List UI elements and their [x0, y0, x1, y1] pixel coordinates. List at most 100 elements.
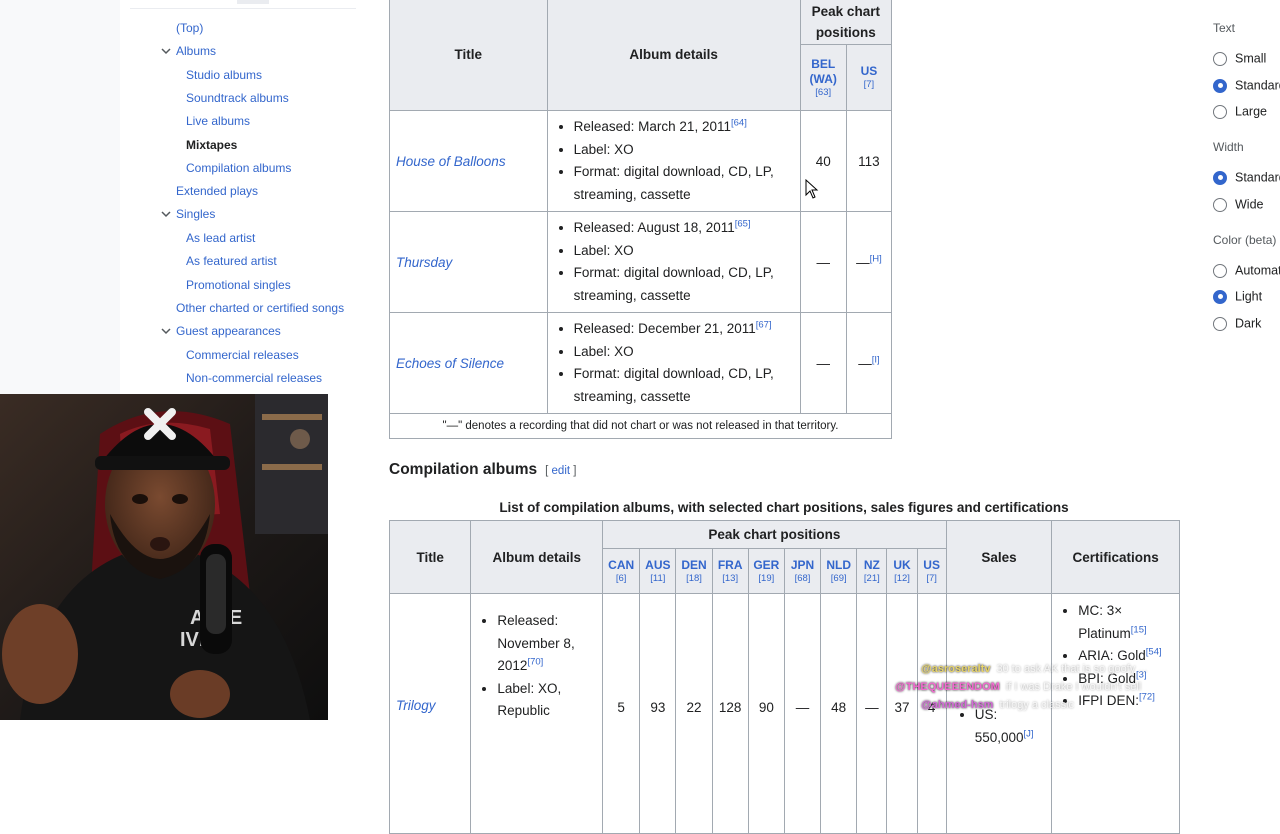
color-dark-option[interactable]: Dark	[1213, 316, 1261, 334]
compilation-albums-table: Title Album details Peak chart positions…	[388, 520, 1180, 834]
album-details: Released:November 8,2012[70] Label: XO,R…	[470, 593, 604, 834]
column-header-peak-chart-positions: Peak chart positions	[602, 520, 947, 549]
citation-link[interactable]: [72]	[1139, 692, 1155, 703]
citation-link[interactable]: [64]	[731, 118, 747, 129]
radio-button[interactable]	[1213, 104, 1227, 119]
chat-message: @THEQUEEENDOM if I was Drake I wouldn't s…	[895, 681, 1141, 693]
chart-position: —[I]	[845, 312, 893, 414]
citation-link[interactable]: [54]	[1146, 647, 1162, 658]
chart-header-can[interactable]: CAN [6]	[602, 548, 641, 594]
chart-header-uk[interactable]: UK [12]	[886, 548, 918, 594]
citation-link[interactable]: [15]	[1131, 624, 1147, 635]
chart-header-us[interactable]: US [7]	[845, 44, 893, 111]
text-size-small-option[interactable]: Small	[1213, 51, 1266, 69]
album-title-link[interactable]: Trilogy	[388, 593, 472, 834]
footnote-link[interactable]: [I]	[872, 354, 880, 365]
toc-item-mixtapes[interactable]: Mixtapes	[186, 137, 237, 153]
toc-item-top[interactable]: (Top)	[176, 20, 203, 36]
width-heading: Width	[1213, 140, 1244, 154]
toc-item-as-featured-artist[interactable]: As featured artist	[186, 253, 277, 269]
toc-item-non-commercial-releases[interactable]: Non-commercial releases	[186, 370, 322, 386]
toc-item-singles[interactable]: Singles	[176, 206, 215, 222]
toc-item-other-charted-songs[interactable]: Other charted or certified songs	[176, 300, 344, 316]
chevron-down-icon[interactable]	[160, 325, 172, 337]
sales-cell: US: 550,000[J]	[945, 593, 1053, 834]
edit-section-link[interactable]: [ edit ]	[545, 465, 576, 477]
album-title-link[interactable]: House of Balloons	[389, 110, 548, 212]
chart-position: —[H]	[845, 211, 893, 313]
chart-header-nz[interactable]: NZ [21]	[856, 548, 888, 594]
toc-item-extended-plays[interactable]: Extended plays	[176, 183, 258, 199]
formats: Format: digital download, CD, LP,streami…	[574, 262, 800, 307]
chat-text: if I was Drake I wouldn't sell	[1005, 681, 1142, 693]
toc-item-soundtrack-albums[interactable]: Soundtrack albums	[186, 90, 289, 106]
toc-item-commercial-releases[interactable]: Commercial releases	[186, 347, 299, 363]
table-row: Echoes of Silence Released: December 21,…	[389, 312, 893, 414]
chat-message: @ahmed-hsm trilogy a classic	[921, 699, 1074, 711]
radio-button[interactable]	[1213, 197, 1227, 212]
chart-position: —	[856, 593, 888, 834]
text-size-large-option[interactable]: Large	[1213, 104, 1267, 122]
chart-header-aus[interactable]: AUS [11]	[639, 548, 677, 594]
color-light-option[interactable]: Light	[1213, 289, 1262, 307]
toc-item-promotional-singles[interactable]: Promotional singles	[186, 277, 291, 293]
radio-button[interactable]	[1213, 263, 1227, 278]
column-header-album-details: Album details	[470, 520, 604, 594]
chat-text: 30 to ask AK that is so goofy ...	[996, 663, 1148, 675]
record-label: Label: XO	[574, 341, 800, 364]
chart-header-us[interactable]: US [7]	[916, 548, 947, 594]
chart-header-nld[interactable]: NLD [69]	[820, 548, 858, 594]
column-header-certifications: Certifications	[1051, 520, 1180, 594]
chat-text: trilogy a classic	[999, 699, 1075, 711]
record-label: Label: XO	[574, 139, 800, 162]
chart-header-jpn[interactable]: JPN [68]	[783, 548, 822, 594]
album-details: Released: March 21, 2011[64] Label: XO F…	[546, 110, 801, 212]
album-title-link[interactable]: Echoes of Silence	[389, 312, 548, 414]
column-header-title: Title	[388, 520, 472, 594]
chat-username: @asroseraltv	[921, 663, 991, 675]
chevron-down-icon[interactable]	[160, 45, 172, 57]
citation-link[interactable]: [67]	[756, 320, 772, 331]
footnote-link[interactable]: [H]	[870, 253, 882, 264]
chart-position: 22	[675, 593, 713, 834]
chart-position: 4	[916, 593, 947, 834]
citation-link[interactable]: [65]	[735, 219, 751, 230]
toc-divider	[130, 8, 356, 9]
citation-link[interactable]: [70]	[527, 657, 543, 668]
text-size-standard-option[interactable]: Standard	[1213, 78, 1280, 96]
table-caption: List of compilation albums, with selecte…	[499, 500, 1069, 515]
color-automatic-option[interactable]: Automatic	[1213, 263, 1280, 281]
album-details: Released: August 18, 2011[65] Label: XO …	[546, 211, 801, 313]
toc-item-compilation-albums[interactable]: Compilation albums	[186, 160, 291, 176]
chart-header-den[interactable]: DEN [18]	[675, 548, 713, 594]
chart-position: 48	[820, 593, 858, 834]
record-label: Label: XO,Republic	[497, 678, 598, 723]
formats: Format: digital download, CD, LP,streami…	[574, 363, 800, 408]
width-wide-option[interactable]: Wide	[1213, 197, 1263, 215]
chart-header-bel-wa[interactable]: BEL (WA) [63]	[799, 44, 847, 111]
toc-item-as-lead-artist[interactable]: As lead artist	[186, 230, 255, 246]
album-title-link[interactable]: Thursday	[389, 211, 548, 313]
radio-button[interactable]	[1213, 51, 1227, 66]
toc-item-studio-albums[interactable]: Studio albums	[186, 67, 262, 83]
radio-button-selected[interactable]	[1213, 170, 1227, 185]
release-date: Released: August 18, 2011[65]	[574, 217, 800, 240]
album-details: Released: December 21, 2011[67] Label: X…	[546, 312, 801, 414]
radio-button-selected[interactable]	[1213, 289, 1227, 304]
toc-item-live-albums[interactable]: Live albums	[186, 113, 250, 129]
footnote-link[interactable]: [J]	[1024, 728, 1034, 739]
width-standard-option[interactable]: Standard	[1213, 170, 1280, 188]
table-footnote: "—" denotes a recording that did not cha…	[389, 413, 892, 439]
section-heading-compilation-albums: Compilation albums[ edit ]	[389, 461, 577, 478]
radio-button-selected[interactable]	[1213, 78, 1227, 93]
toc-item-albums[interactable]: Albums	[176, 43, 216, 59]
chart-header-fra[interactable]: FRA [13]	[711, 548, 749, 594]
mouse-cursor-icon	[805, 178, 819, 199]
chart-header-ger[interactable]: GER [19]	[747, 548, 785, 594]
radio-button[interactable]	[1213, 316, 1227, 331]
chart-position: —	[799, 211, 847, 313]
column-header-album-details: Album details	[546, 0, 801, 111]
chat-message: @asroseraltv 30 to ask AK that is so goof…	[921, 663, 1147, 675]
chevron-down-icon[interactable]	[160, 208, 172, 220]
toc-item-guest-appearances[interactable]: Guest appearances	[176, 323, 281, 339]
